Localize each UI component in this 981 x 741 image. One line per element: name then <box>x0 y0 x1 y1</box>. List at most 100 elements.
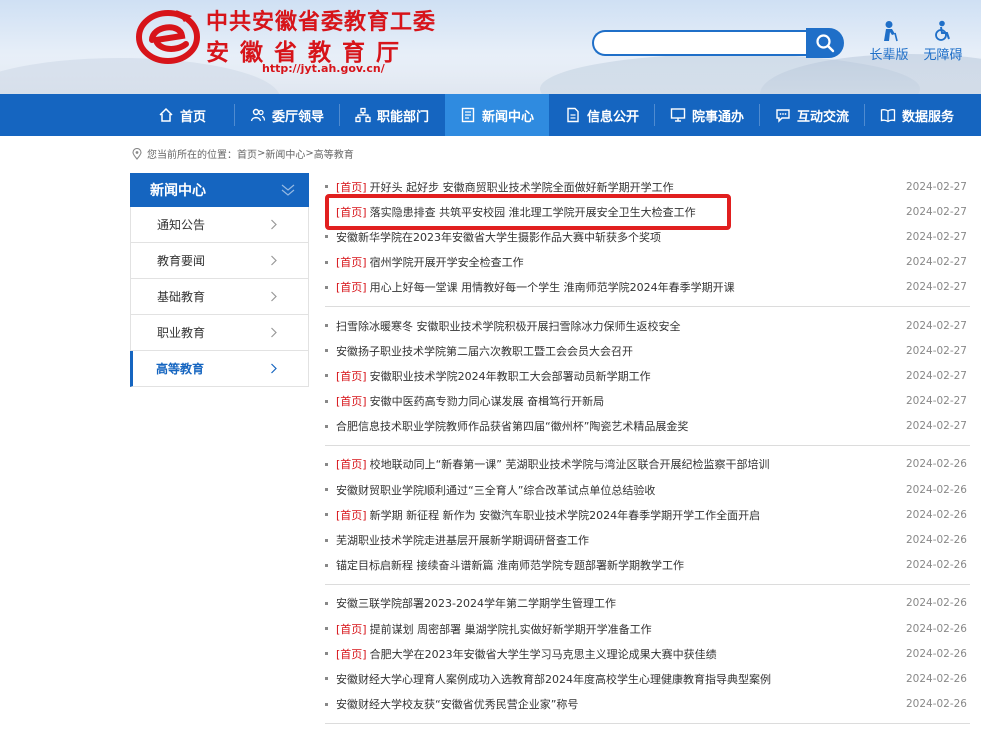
news-title[interactable]: 扫雪除冰暖寒冬 安徽职业技术学院积极开展扫雪除冰力保师生返校安全 <box>336 318 681 334</box>
news-title[interactable]: 开好头 起好步 安徽商贸职业技术学院全面做好新学期开学工作 <box>370 179 674 195</box>
org-icon <box>355 107 371 123</box>
bullet-icon <box>325 349 328 353</box>
breadcrumb-link-news[interactable]: 新闻中心 <box>265 146 305 161</box>
news-tag[interactable]: [首页] <box>336 456 367 472</box>
news-date: 2024-02-27 <box>905 256 967 269</box>
news-item[interactable]: 安徽三联学院部署2023-2024学年第二学期学生管理工作 2024-02-26 <box>325 591 970 616</box>
sidebar-item-basic-edu[interactable]: 基础教育 <box>130 279 309 315</box>
news-item[interactable]: [首页] 开好头 起好步 安徽商贸职业技术学院全面做好新学期开学工作 2024-02… <box>325 174 970 199</box>
bullet-icon <box>325 627 328 631</box>
sidebar-item-vocational-edu[interactable]: 职业教育 <box>130 315 309 351</box>
nav-item-data-service[interactable]: 数据服务 <box>865 94 969 136</box>
news-tag[interactable]: [首页] <box>336 204 367 220</box>
sidebar-item-label: 基础教育 <box>157 290 206 304</box>
bullet-icon <box>325 374 328 378</box>
news-title[interactable]: 安徽新华学院在2023年安徽省大学生摄影作品大赛中斩获多个奖项 <box>336 229 661 245</box>
news-title[interactable]: 落实隐患排查 共筑平安校园 淮北理工学院开展安全卫生大检查工作 <box>370 204 696 220</box>
breadcrumb-prefix: 您当前所在的位置： <box>147 150 237 161</box>
sidebar-item-higher-edu[interactable]: 高等教育 <box>130 351 309 387</box>
news-item[interactable]: [首页] 用心上好每一堂课 用情教好每一个学生 淮南师范学院2024年春季学期开课… <box>325 275 970 300</box>
news-date: 2024-02-27 <box>905 369 967 382</box>
elder-mode-link[interactable]: 长辈版 <box>864 20 914 63</box>
news-item[interactable]: [首页] 新学期 新征程 新作为 安徽汽车职业技术学院2024年春季学期开学工作全… <box>325 502 970 527</box>
news-item[interactable]: 安徽财贸职业学院顺利通过“三全育人”综合改革试点单位总结验收 2024-02-26 <box>325 477 970 502</box>
sidebar-item-label: 教育要闻 <box>157 254 206 268</box>
news-title[interactable]: 提前谋划 周密部署 巢湖学院扎实做好新学期开学准备工作 <box>370 621 652 637</box>
news-date: 2024-02-27 <box>905 281 967 294</box>
news-group: [首页] 校地联动同上“新春第一课” 芜湖职业技术学院与湾沚区联合开展纪检监察干部… <box>325 452 970 585</box>
news-title[interactable]: 安徽职业技术学院2024年教职工大会部署动员新学期工作 <box>370 368 651 384</box>
nav-item-info-disclosure[interactable]: 信息公开 <box>550 94 654 136</box>
bullet-icon <box>325 488 328 492</box>
news-tag[interactable]: [首页] <box>336 279 367 295</box>
news-item[interactable]: [首页] 提前谋划 周密部署 巢湖学院扎实做好新学期开学准备工作 2024-02-2… <box>325 616 970 641</box>
nav-item-news-center[interactable]: 新闻中心 <box>445 94 549 136</box>
news-item[interactable]: [首页] 安徽职业技术学院2024年教职工大会部署动员新学期工作 2024-02-2… <box>325 363 970 388</box>
news-tag[interactable]: [首页] <box>336 507 367 523</box>
search-button[interactable] <box>806 28 844 58</box>
bullet-icon <box>325 424 328 428</box>
breadcrumb-link-home[interactable]: 首页 <box>237 146 257 161</box>
news-title[interactable]: 安徽财贸职业学院顺利通过“三全育人”综合改革试点单位总结验收 <box>336 482 655 498</box>
breadcrumb-separator: > <box>257 148 266 159</box>
news-title[interactable]: 用心上好每一堂课 用情教好每一个学生 淮南师范学院2024年春季学期开课 <box>370 279 735 295</box>
site-logo-icon[interactable] <box>136 6 200 64</box>
search-icon <box>816 34 835 53</box>
nav-item-departments[interactable]: 职能部门 <box>340 94 444 136</box>
news-item[interactable]: 合肥信息技术职业学院教师作品获省第四届“徽州杯”陶瓷艺术精品展金奖 2024-02… <box>325 414 970 439</box>
news-title[interactable]: 合肥信息技术职业学院教师作品获省第四届“徽州杯”陶瓷艺术精品展金奖 <box>336 418 688 434</box>
news-tag[interactable]: [首页] <box>336 254 367 270</box>
news-item[interactable]: [首页] 宿州学院开展开学安全检查工作 2024-02-27 <box>325 250 970 275</box>
news-item[interactable]: [首页] 落实隐患排查 共筑平安校园 淮北理工学院开展安全卫生大检查工作 2024-… <box>325 199 970 224</box>
news-item[interactable]: 扫雪除冰暖寒冬 安徽职业技术学院积极开展扫雪除冰力保师生返校安全 2024-02-… <box>325 313 970 338</box>
news-tag[interactable]: [首页] <box>336 621 367 637</box>
news-tag[interactable]: [首页] <box>336 646 367 662</box>
nav-label: 委厅领导 <box>271 109 324 125</box>
news-icon <box>461 107 475 123</box>
news-item[interactable]: 安徽财经大学校友获“安徽省优秀民营企业家”称号 2024-02-26 <box>325 692 970 717</box>
search-input[interactable] <box>592 30 808 56</box>
sidebar-item-edu-news[interactable]: 教育要闻 <box>130 243 309 279</box>
site-title-line1[interactable]: 中共安徽省委教育工委 <box>206 4 436 36</box>
news-title[interactable]: 锚定目标启新程 接续奋斗谱新篇 淮南师范学院专题部署新学期教学工作 <box>336 557 684 573</box>
news-item[interactable]: 安徽财经大学心理育人案例成功入选教育部2024年度高校学生心理健康教育指导典型案… <box>325 666 970 691</box>
news-item[interactable]: [首页] 合肥大学在2023年安徽省大学生学习马克思主义理论成果大赛中获佳绩 202… <box>325 641 970 666</box>
news-group: [首页] 开好头 起好步 安徽商贸职业技术学院全面做好新学期开学工作 2024-02… <box>325 174 970 307</box>
nav-item-home[interactable]: 首页 <box>130 94 234 136</box>
sidebar-item-notices[interactable]: 通知公告 <box>130 207 309 243</box>
news-date: 2024-02-27 <box>905 344 967 357</box>
bullet-icon <box>325 260 328 264</box>
nav-item-interaction[interactable]: 互动交流 <box>760 94 864 136</box>
breadcrumb-current[interactable]: 高等教育 <box>314 146 354 161</box>
news-date: 2024-02-26 <box>905 647 967 660</box>
news-item[interactable]: 安徽新华学院在2023年安徽省大学生摄影作品大赛中斩获多个奖项 2024-02-2… <box>325 224 970 249</box>
news-item[interactable]: 安徽扬子职业技术学院第二届六次教职工暨工会会员大会召开 2024-02-27 <box>325 338 970 363</box>
news-item[interactable]: 锚定目标启新程 接续奋斗谱新篇 淮南师范学院专题部署新学期教学工作 2024-02… <box>325 553 970 578</box>
news-title[interactable]: 芜湖职业技术学院走进基层开展新学期调研督查工作 <box>336 532 589 548</box>
news-tag[interactable]: [首页] <box>336 179 367 195</box>
news-title[interactable]: 合肥大学在2023年安徽省大学生学习马克思主义理论成果大赛中获佳绩 <box>370 646 717 662</box>
news-title[interactable]: 安徽扬子职业技术学院第二届六次教职工暨工会会员大会召开 <box>336 343 633 359</box>
news-tag[interactable]: [首页] <box>336 368 367 384</box>
news-item[interactable]: 芜湖职业技术学院走进基层开展新学期调研督查工作 2024-02-26 <box>325 527 970 552</box>
news-title[interactable]: 安徽三联学院部署2023-2024学年第二学期学生管理工作 <box>336 595 616 611</box>
nav-item-leaders[interactable]: 委厅领导 <box>235 94 339 136</box>
chevron-right-icon <box>271 327 277 338</box>
breadcrumb-separator: > <box>305 148 314 159</box>
nav-item-services[interactable]: 院事通办 <box>655 94 759 136</box>
news-date: 2024-02-27 <box>905 395 967 408</box>
news-tag[interactable]: [首页] <box>336 393 367 409</box>
news-title[interactable]: 宿州学院开展开学安全检查工作 <box>370 254 524 270</box>
news-title[interactable]: 新学期 新征程 新作为 安徽汽车职业技术学院2024年春季学期开学工作全面开启 <box>370 507 760 523</box>
sidebar-title[interactable]: 新闻中心 <box>130 173 309 207</box>
site-url[interactable]: http://jyt.ah.gov.cn/ <box>262 62 385 75</box>
news-item[interactable]: [首页] 安徽中医药高专勠力同心谋发展 奋楫笃行开新局 2024-02-27 <box>325 389 970 414</box>
news-title[interactable]: 安徽中医药高专勠力同心谋发展 奋楫笃行开新局 <box>370 393 605 409</box>
news-title[interactable]: 安徽财经大学心理育人案例成功入选教育部2024年度高校学生心理健康教育指导典型案… <box>336 671 771 687</box>
nav-label: 新闻中心 <box>481 109 534 125</box>
news-title[interactable]: 安徽财经大学校友获“安徽省优秀民营企业家”称号 <box>336 696 578 712</box>
news-item[interactable]: [首页] 校地联动同上“新春第一课” 芜湖职业技术学院与湾沚区联合开展纪检监察干部… <box>325 452 970 477</box>
bullet-icon <box>325 702 328 706</box>
news-title[interactable]: 校地联动同上“新春第一课” 芜湖职业技术学院与湾沚区联合开展纪检监察干部培训 <box>370 456 770 472</box>
accessibility-link[interactable]: 无障碍 <box>918 20 968 63</box>
